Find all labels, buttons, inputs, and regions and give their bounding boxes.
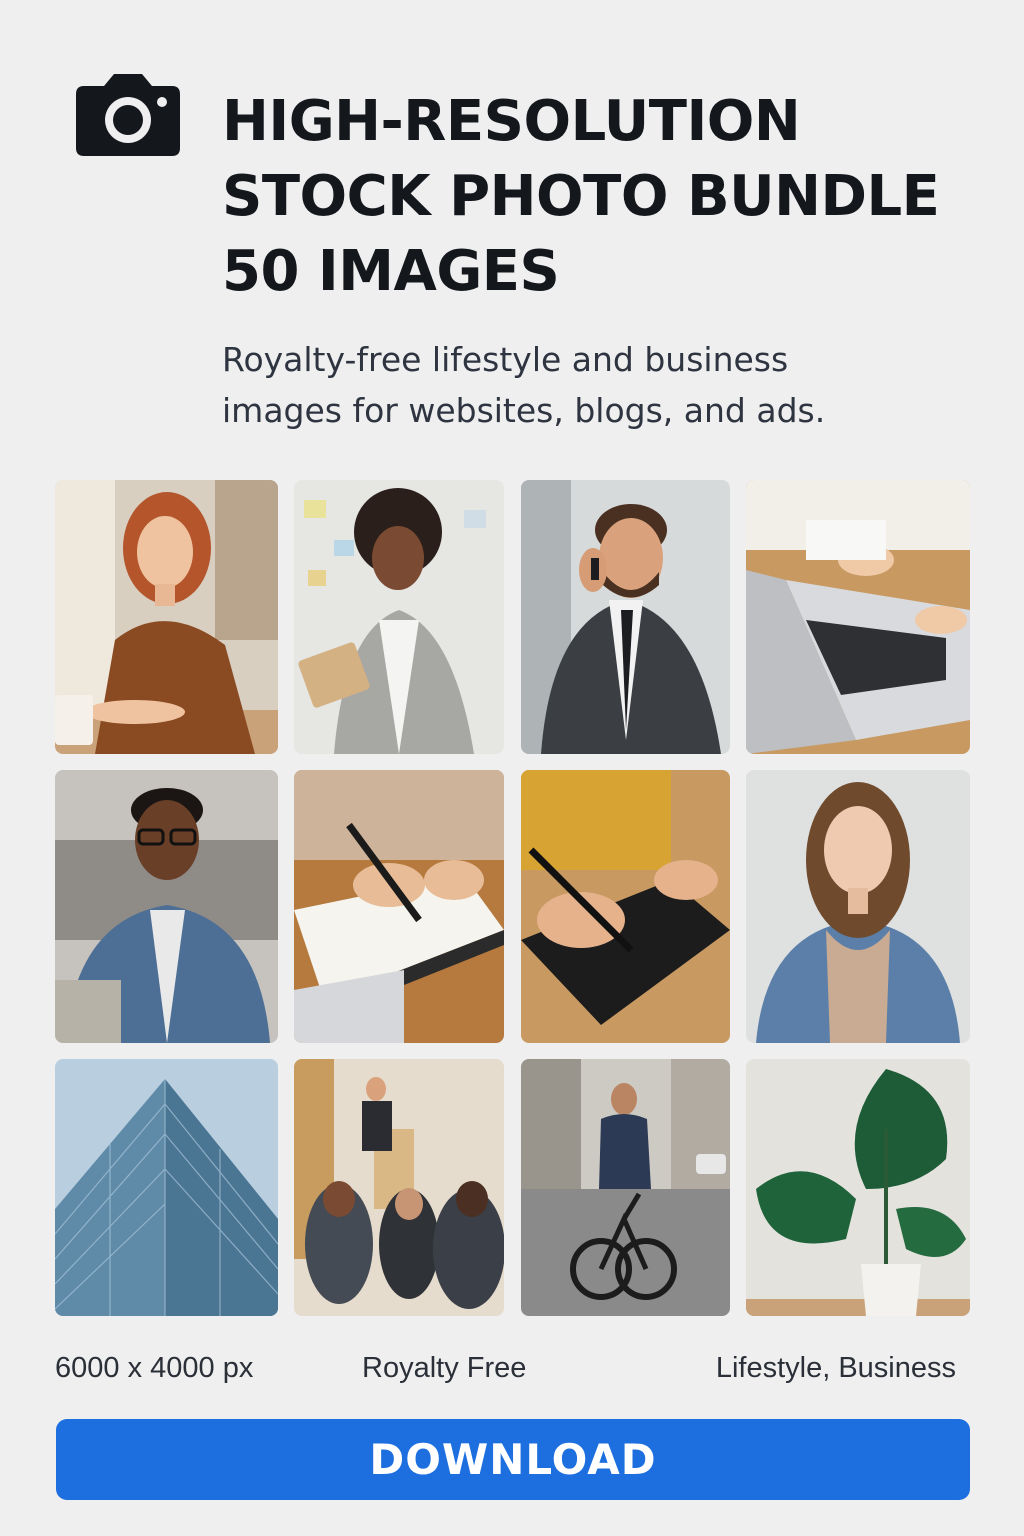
page-title: HIGH-RESOLUTION STOCK PHOTO BUNDLE 50 IM… (222, 84, 992, 309)
subtitle-line: Royalty-free lifestyle and business (222, 340, 789, 379)
license-text: Royalty Free (362, 1352, 527, 1384)
monstera-plant-photo[interactable] (746, 1059, 970, 1316)
woman-in-denim-jacket-photo[interactable] (746, 770, 970, 1043)
woman-with-red-hair-photo[interactable] (55, 480, 278, 754)
smiling-man-with-glasses-photo[interactable] (55, 770, 278, 1043)
glass-office-building-photo[interactable] (55, 1059, 278, 1316)
resolution-text: 6000 x 4000 px (55, 1352, 254, 1384)
hand-writing-in-notebook-photo[interactable] (294, 770, 504, 1043)
subtitle: Royalty-free lifestyle and business imag… (222, 334, 982, 436)
camera-icon (76, 74, 180, 156)
photo-grid (55, 480, 970, 1316)
subtitle-line: images for websites, blogs, and ads. (222, 391, 826, 430)
conference-presentation-photo[interactable] (294, 1059, 504, 1316)
hand-drawing-on-tablet-photo[interactable] (521, 770, 730, 1043)
title-line: STOCK PHOTO BUNDLE (222, 164, 940, 229)
product-card: HIGH-RESOLUTION STOCK PHOTO BUNDLE 50 IM… (0, 0, 1024, 1536)
download-button[interactable]: DOWNLOAD (56, 1419, 970, 1500)
title-line: 50 IMAGES (222, 239, 560, 304)
title-line: HIGH-RESOLUTION (222, 89, 801, 154)
businesswoman-with-clipboard-photo[interactable] (294, 480, 504, 754)
man-riding-bicycle-photo[interactable] (521, 1059, 730, 1316)
categories-text: Lifestyle, Business (715, 1352, 956, 1384)
hands-on-laptop-photo[interactable] (746, 480, 970, 754)
businessman-on-phone-photo[interactable] (521, 480, 730, 754)
